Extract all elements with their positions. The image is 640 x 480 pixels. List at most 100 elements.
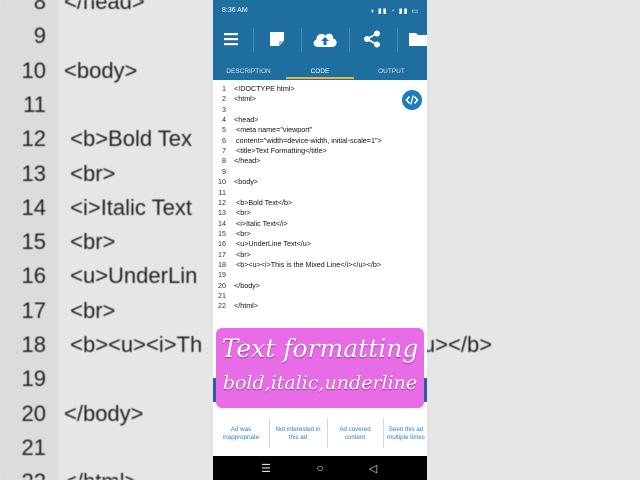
line-text: <u>UnderLine Text</u> (234, 239, 311, 249)
folder-icon (409, 33, 427, 46)
system-nav-bar: ☰ ○ ◁ (213, 456, 427, 480)
line-number: 14 (218, 218, 226, 228)
background-line-number: 14 (21, 194, 46, 220)
line-number: 17 (218, 249, 226, 259)
background-line-number: 18 (21, 332, 46, 357)
active-tab-indicator (286, 77, 354, 79)
share-icon (364, 30, 380, 48)
ad-separator (327, 418, 328, 448)
background-line-number: 10 (21, 57, 46, 83)
line-number: 20 (218, 280, 226, 290)
back-button[interactable]: ◁ (365, 460, 381, 476)
background-line-code: <br> (64, 229, 116, 255)
status-icons: ◑ ▮▮ ◔ ▮▮ ▭ (369, 8, 419, 15)
background-line-number: 16 (21, 263, 46, 289)
phone-screen: 8:36 AM ◑ ▮▮ ◔ ▮▮ ▭ DESCRIPTION CODE OUT… (213, 0, 427, 480)
line-number: 7 (222, 146, 226, 156)
line-number: 8 (222, 156, 226, 166)
background-line-number: 11 (23, 91, 46, 117)
line-text: content="width=device-width, initial-sca… (234, 135, 382, 145)
line-text: <br> (234, 208, 251, 218)
background-line-code: <b>Bold Tex (64, 126, 193, 152)
background-line-number: 15 (21, 229, 46, 255)
ad-feedback-not-interested[interactable]: Not interested in this ad (271, 416, 325, 452)
status-time: 8:36 AM (222, 7, 248, 14)
upload-button[interactable] (307, 22, 343, 56)
line-number: 19 (218, 270, 226, 280)
line-number: 5 (222, 125, 226, 135)
line-text: <b>Bold Text</b> (234, 197, 293, 207)
background-line-code: <u>UnderLin (64, 263, 198, 289)
ad-feedback-seen-multiple[interactable]: Seen this ad multiple times (385, 416, 427, 452)
background-line-code: <i>Italic Text (64, 194, 192, 220)
line-text: </body> (234, 280, 260, 290)
home-icon: ○ (316, 461, 324, 475)
tab-bar: DESCRIPTION CODE OUTPUT (213, 56, 427, 80)
line-number: 18 (218, 259, 226, 269)
ad-feedback-inappropriate[interactable]: Ad was inappropriate (215, 416, 267, 452)
line-text: <b><u><i>This is the Mixed Line</i></u><… (234, 259, 382, 269)
ad-feedback-panel: Ad was inappropriate Not interested in t… (213, 412, 427, 456)
toolbar-separator (253, 28, 254, 52)
share-button[interactable] (355, 22, 389, 56)
background-line-number: 19 (21, 366, 46, 392)
line-number: 22 (218, 301, 226, 311)
tab-output[interactable]: OUTPUT (356, 56, 427, 80)
caption-title: Text formatting (221, 334, 419, 363)
line-text: </head> (234, 156, 261, 166)
background-line-code: <br> (64, 297, 116, 323)
line-number: 10 (218, 177, 226, 187)
line-text: <head> (234, 115, 259, 125)
line-text: <br> (234, 228, 251, 238)
line-number: 1 (222, 84, 226, 93)
tab-description[interactable]: DESCRIPTION (213, 56, 284, 80)
line-text: <br> (234, 249, 251, 259)
note-icon (270, 32, 284, 46)
cloud-upload-icon (313, 33, 337, 47)
line-number: 12 (218, 197, 226, 207)
background-line-code: <br> (64, 160, 116, 186)
caption-subtitle: bold,italic,underline (222, 372, 418, 394)
background-line-number: 8 (33, 0, 46, 14)
background-line-code: <body> (64, 57, 138, 83)
folder-button[interactable] (407, 22, 427, 56)
code-icon (405, 95, 419, 105)
background-line-code: </body> (64, 400, 144, 426)
hamburger-icon (224, 33, 238, 46)
status-bar: 8:36 AM ◑ ▮▮ ◔ ▮▮ ▭ (213, 0, 427, 22)
line-text: <meta name="viewport" (234, 125, 313, 135)
home-button[interactable]: ○ (312, 460, 328, 476)
line-number: 2 (222, 94, 226, 104)
line-text: <!DOCTYPE html> (234, 84, 295, 93)
line-text: </html> (234, 301, 258, 311)
back-icon: ◁ (368, 462, 378, 475)
line-number: 15 (218, 228, 226, 238)
new-file-button[interactable] (261, 22, 293, 56)
background-line-number: 21 (21, 434, 46, 460)
background-line-number: 12 (21, 126, 46, 152)
background-line-number: 9 (33, 23, 46, 49)
background-line-number: 20 (21, 400, 46, 426)
line-number: 9 (222, 166, 226, 176)
background-line-number: 17 (21, 297, 46, 323)
ad-separator (383, 418, 384, 448)
background-line-code: </html> (64, 469, 137, 480)
background-line-code: </head> (64, 0, 145, 14)
background-line-number: 22 (0, 469, 46, 480)
line-number: 16 (218, 239, 226, 249)
menu-button[interactable] (215, 22, 247, 56)
run-code-button[interactable] (402, 90, 422, 110)
toolbar-separator (349, 28, 350, 52)
line-text: <body> (234, 177, 258, 187)
line-number: 4 (222, 115, 226, 125)
line-number: 21 (218, 291, 226, 300)
line-text: <html> (234, 94, 256, 104)
app-toolbar (213, 22, 427, 56)
line-number: 6 (222, 135, 226, 145)
recent-apps-button[interactable]: ☰ (258, 460, 274, 476)
toolbar-separator (301, 28, 302, 52)
line-number: 3 (222, 104, 226, 114)
ad-separator (269, 418, 270, 448)
ad-feedback-covered-content[interactable]: Ad covered content (329, 416, 381, 452)
line-text: <i>Italic Text</i> (234, 218, 288, 228)
